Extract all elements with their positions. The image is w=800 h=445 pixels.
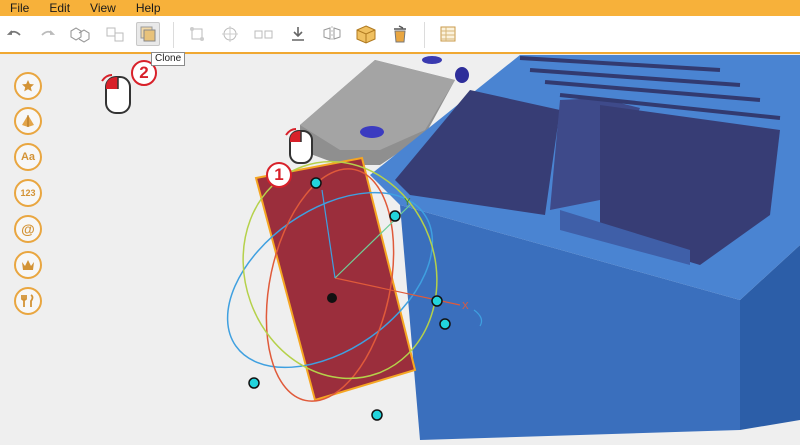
clone-tooltip: Clone — [151, 52, 186, 66]
clone-icon — [140, 26, 156, 42]
transform-button[interactable] — [185, 22, 209, 46]
sidebar-item-shapes[interactable] — [14, 107, 42, 135]
3d-viewport[interactable]: X Y Aa 123 @ 2 1 — [0, 55, 800, 445]
mouse-left-click-icon — [101, 74, 131, 114]
redo-button[interactable] — [35, 22, 59, 46]
sidebar-item-tools[interactable] — [14, 287, 42, 315]
toolbar — [0, 16, 800, 54]
transform-icon — [190, 27, 204, 41]
axis-x-label: X — [462, 301, 469, 312]
duplicate-icon — [254, 30, 273, 39]
group-button[interactable] — [68, 22, 92, 46]
handle — [439, 318, 451, 330]
toolbar-separator — [173, 22, 174, 48]
mirror-icon — [323, 26, 341, 42]
sidebar-item-favorites[interactable] — [14, 72, 42, 100]
package-icon — [356, 25, 376, 44]
handle — [431, 295, 443, 307]
sidebar-item-symbols[interactable]: @ — [14, 215, 42, 243]
menu-view[interactable]: View — [80, 1, 126, 15]
handle — [389, 210, 401, 222]
star-icon — [22, 80, 34, 92]
spreadsheet-button[interactable] — [436, 22, 460, 46]
clear-icon — [394, 25, 406, 43]
sidebar-item-numbers[interactable]: 123 — [14, 179, 42, 207]
mouse-left-click-icon — [285, 128, 313, 164]
axis-y-label: Y — [404, 197, 411, 208]
callout-step-1: 1 — [266, 162, 292, 188]
handle — [371, 409, 383, 421]
duplicate-button[interactable] — [252, 22, 276, 46]
drop-to-floor-button[interactable] — [286, 22, 310, 46]
menu-help[interactable]: Help — [126, 1, 171, 15]
group-icon — [70, 27, 90, 43]
menu-file[interactable]: File — [0, 1, 39, 15]
pivot-point[interactable] — [327, 293, 337, 303]
undo-icon — [7, 30, 21, 36]
drop-to-floor-icon — [292, 27, 304, 41]
tools-icon — [21, 294, 34, 307]
toolbar-separator — [424, 22, 425, 48]
package-button[interactable] — [354, 22, 378, 46]
mirror-button[interactable] — [320, 22, 344, 46]
handle — [310, 177, 322, 189]
handle — [248, 377, 260, 389]
sidebar-item-text[interactable]: Aa — [14, 143, 42, 171]
clear-button[interactable] — [388, 22, 412, 46]
menu-bar: File Edit View Help — [0, 0, 800, 16]
ungroup-icon — [106, 27, 124, 42]
spreadsheet-icon — [440, 26, 456, 42]
undo-button[interactable] — [3, 22, 27, 46]
crown-icon — [22, 260, 34, 270]
align-icon — [222, 26, 238, 42]
ungroup-button[interactable] — [103, 22, 127, 46]
sidebar-item-crown[interactable] — [14, 251, 42, 279]
clone-button[interactable] — [136, 22, 160, 46]
numbers-icon: 123 — [20, 188, 36, 198]
at-icon: @ — [21, 221, 35, 237]
text-icon: Aa — [20, 151, 36, 163]
blue-peg — [360, 126, 384, 138]
pyramid-icon — [22, 115, 34, 127]
redo-icon — [41, 30, 55, 36]
menu-edit[interactable]: Edit — [39, 1, 80, 15]
align-button[interactable] — [218, 22, 242, 46]
